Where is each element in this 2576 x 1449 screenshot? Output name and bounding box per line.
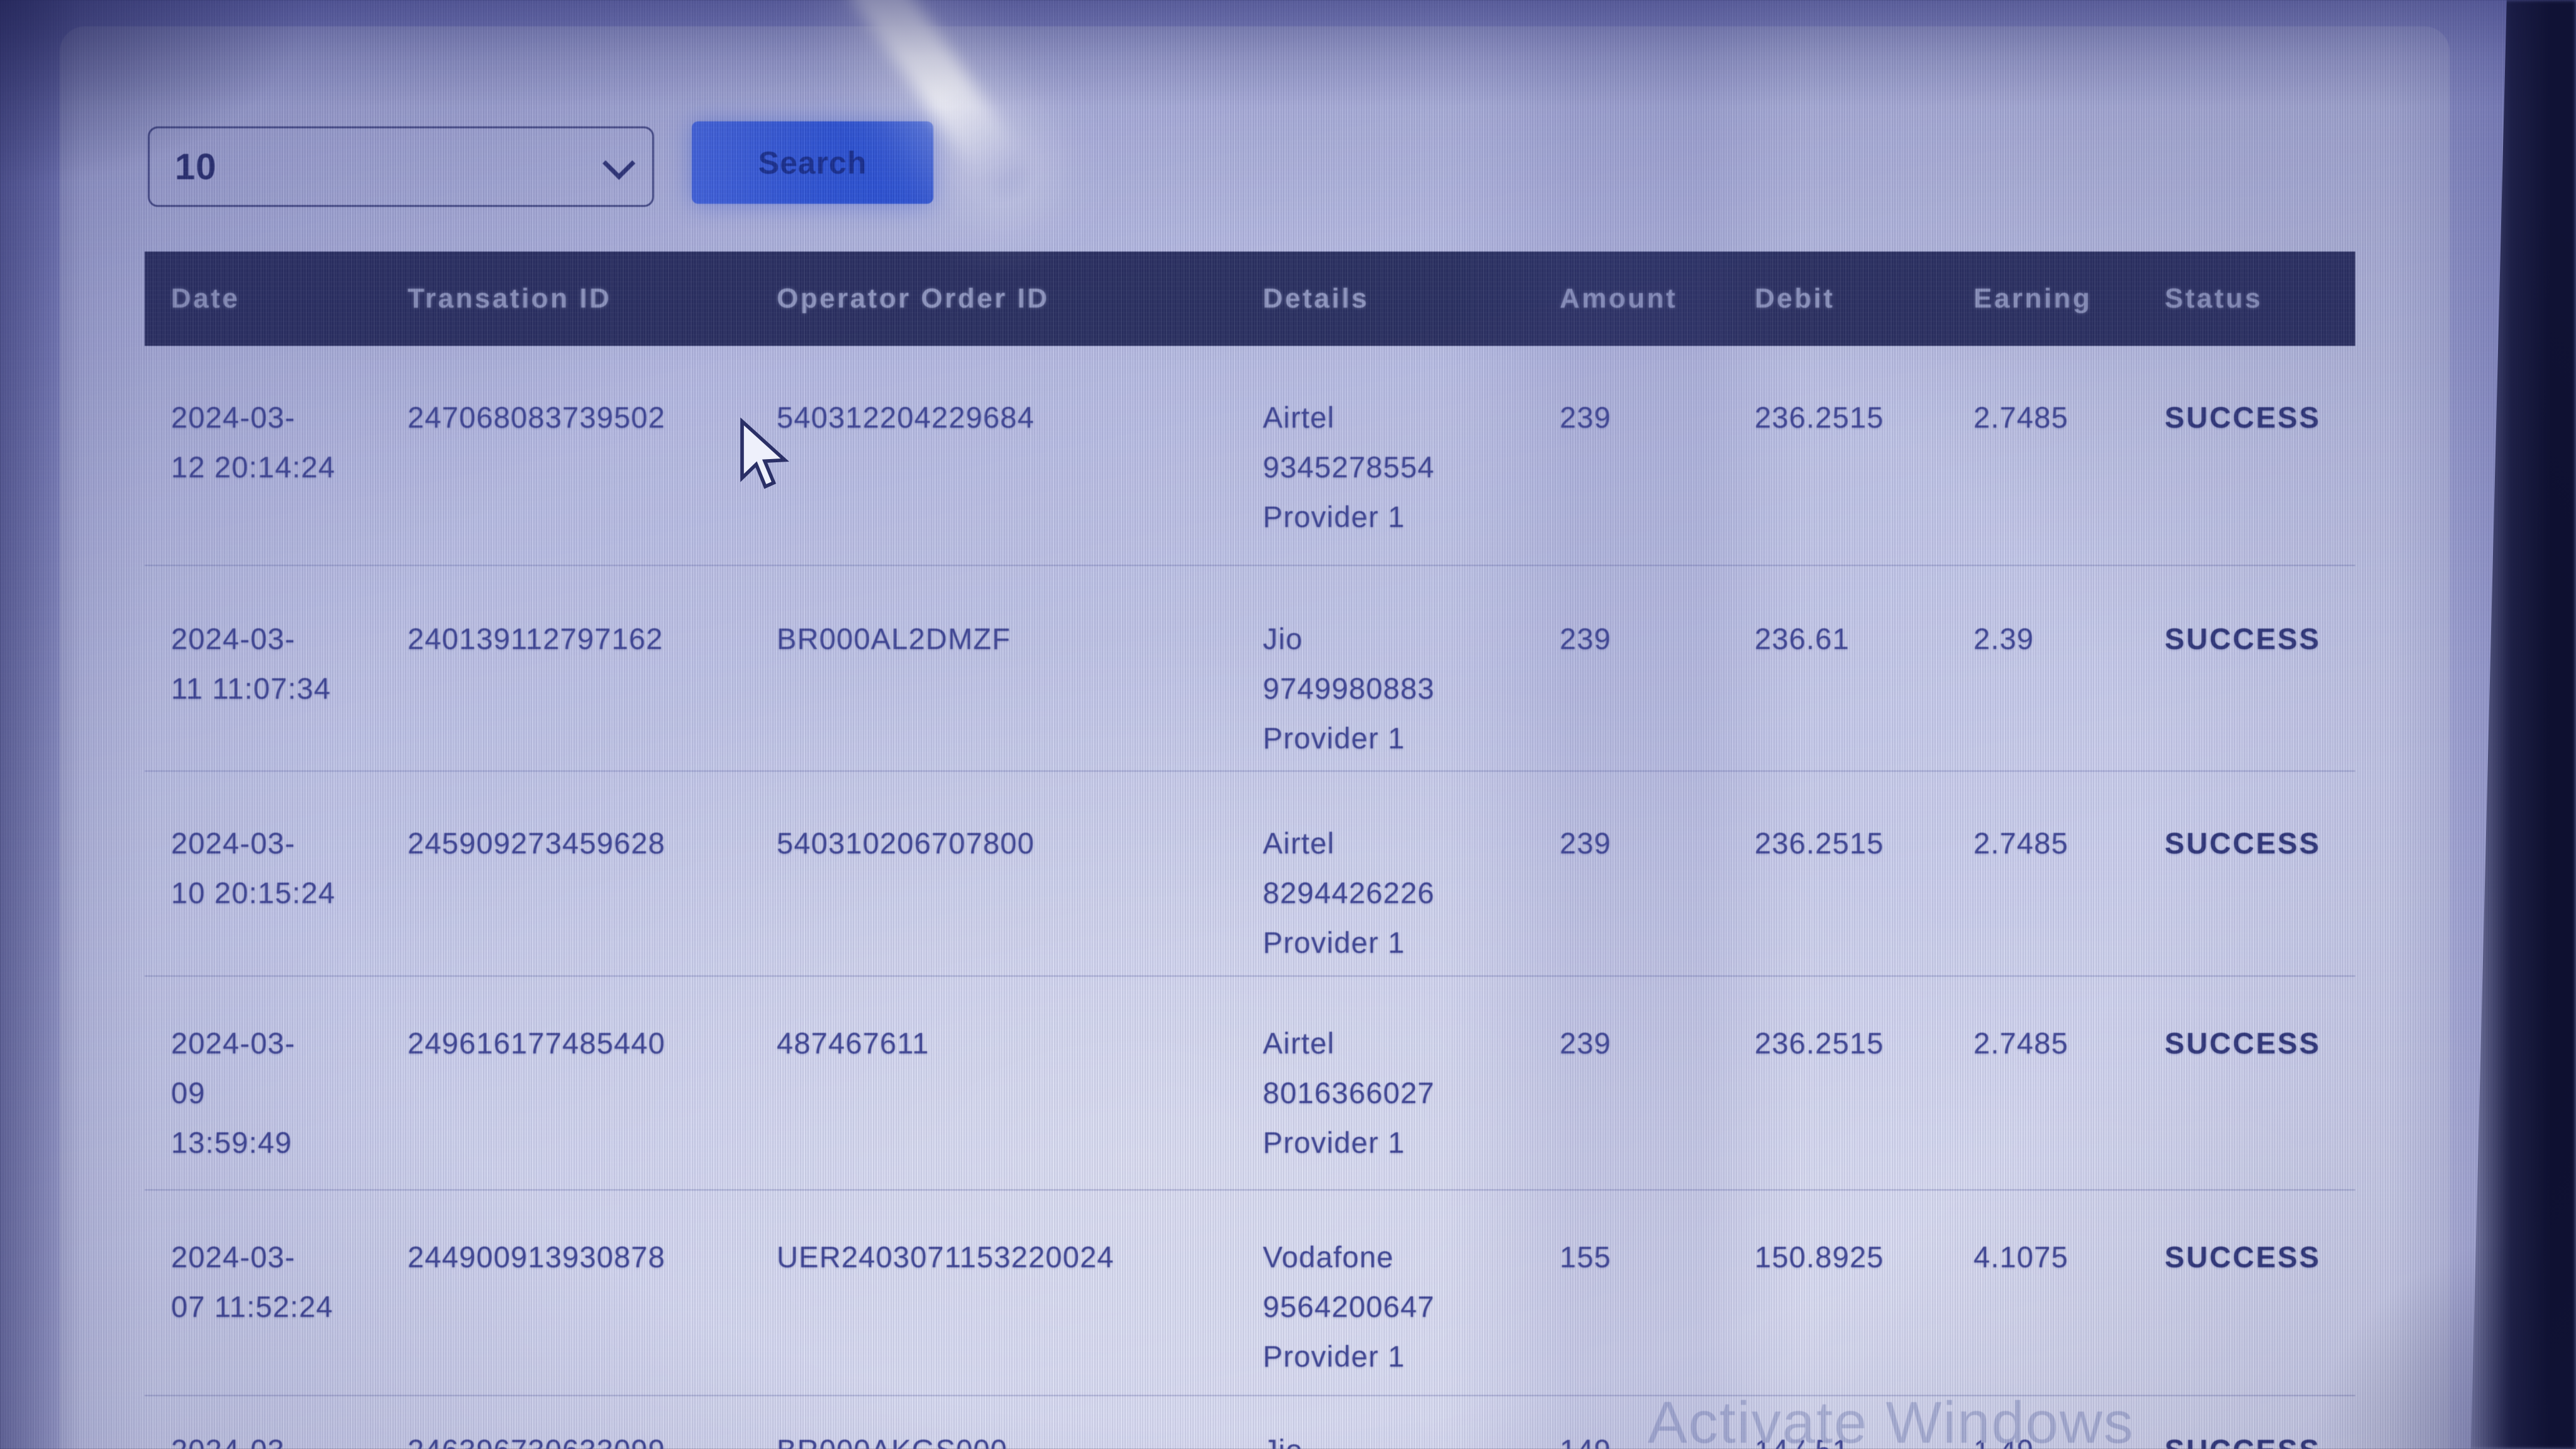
- cell-debit: 236.2515: [1755, 818, 1974, 975]
- table-row: 2024-03-10 20:15:24245909273459628540310…: [145, 772, 2355, 977]
- cell-operator-order-id: BR000AKGS000: [777, 1425, 1263, 1449]
- cell-date: 2024-03-11 11:07:34: [171, 614, 408, 770]
- cell-transaction-id: 245909273459628: [408, 818, 777, 975]
- cell-date: 2024-03-: [171, 1425, 408, 1449]
- cell-details: Vodafone9564200647Provider 1: [1263, 1232, 1560, 1395]
- cell-operator-order-id: 487467611: [777, 1018, 1263, 1189]
- cell-amount: 239: [1560, 392, 1755, 565]
- activate-windows-watermark: Activate Windows: [1648, 1389, 2135, 1449]
- cell-status: SUCCESS: [2165, 1018, 2355, 1189]
- table-header-row: DateTransation IDOperator Order IDDetail…: [145, 252, 2355, 346]
- cell-transaction-id: 240139112797162: [408, 614, 777, 770]
- table-body: 2024-03-12 20:14:24247068083739502540312…: [145, 346, 2355, 1449]
- cell-earning: 4.1075: [1974, 1232, 2165, 1395]
- cell-date: 2024-03-10 20:15:24: [171, 818, 408, 975]
- search-button[interactable]: Search: [692, 121, 933, 204]
- page-size-select[interactable]: 10: [148, 126, 654, 207]
- cell-details: Airtel8294426226Provider 1: [1263, 818, 1560, 975]
- cell-status: SUCCESS: [2165, 392, 2355, 565]
- cell-earning: 2.7485: [1974, 392, 2165, 565]
- cell-operator-order-id: 540310206707800: [777, 818, 1263, 975]
- table-row: 2024-03-0913:59:492496161774854404874676…: [145, 977, 2355, 1191]
- cell-details: Airtel8016366027Provider 1: [1263, 1018, 1560, 1189]
- cell-transaction-id: 246396730633099: [408, 1425, 777, 1449]
- page-background: 10 Search DateTransation IDOperator Orde…: [0, 0, 2576, 1449]
- cell-details: Jio9749980883Provider 1: [1263, 614, 1560, 770]
- cell-transaction-id: 247068083739502: [408, 392, 777, 565]
- cell-operator-order-id: BR000AL2DMZF: [777, 614, 1263, 770]
- cell-earning: 2.39: [1974, 614, 2165, 770]
- cell-debit: 150.8925: [1755, 1232, 1974, 1395]
- table-row: 2024-03-07 11:52:24244900913930878UER240…: [145, 1191, 2355, 1396]
- chevron-down-icon: [602, 147, 635, 179]
- column-header: Date: [171, 283, 408, 314]
- cell-operator-order-id: 540312204229684: [777, 392, 1263, 565]
- cell-status: SUCCESS: [2165, 614, 2355, 770]
- cell-amount: 239: [1560, 614, 1755, 770]
- transactions-table: DateTransation IDOperator Order IDDetail…: [145, 252, 2355, 1449]
- mouse-cursor-icon: [735, 418, 795, 496]
- cell-amount: 239: [1560, 818, 1755, 975]
- cell-details: Jio: [1263, 1425, 1560, 1449]
- page-size-value: 10: [175, 146, 217, 188]
- cell-transaction-id: 249616177485440: [408, 1018, 777, 1189]
- column-header: Debit: [1755, 283, 1974, 314]
- cell-amount: 155: [1560, 1232, 1755, 1395]
- cell-amount: 239: [1560, 1018, 1755, 1189]
- table-row: 2024-03-11 11:07:34240139112797162BR000A…: [145, 566, 2355, 772]
- table-row: 2024-03-12 20:14:24247068083739502540312…: [145, 346, 2355, 566]
- cell-date: 2024-03-0913:59:49: [171, 1018, 408, 1189]
- column-header: Status: [2165, 283, 2355, 314]
- cell-status: SUCCESS: [2165, 1232, 2355, 1395]
- cell-transaction-id: 244900913930878: [408, 1232, 777, 1395]
- column-header: Transation ID: [408, 283, 777, 314]
- cell-debit: 236.2515: [1755, 1018, 1974, 1189]
- photographed-screen: 10 Search DateTransation IDOperator Orde…: [0, 0, 2576, 1449]
- search-button-label: Search: [758, 145, 867, 181]
- cell-earning: 2.7485: [1974, 818, 2165, 975]
- cell-date: 2024-03-07 11:52:24: [171, 1232, 408, 1395]
- cell-operator-order-id: UER2403071153220024: [777, 1232, 1263, 1395]
- column-header: Details: [1263, 283, 1560, 314]
- cell-status: SUCCESS: [2165, 1425, 2355, 1449]
- column-header: Amount: [1560, 283, 1755, 314]
- cell-debit: 236.2515: [1755, 392, 1974, 565]
- cell-earning: 2.7485: [1974, 1018, 2165, 1189]
- cell-date: 2024-03-12 20:14:24: [171, 392, 408, 565]
- cell-details: Airtel9345278554Provider 1: [1263, 392, 1560, 565]
- cell-status: SUCCESS: [2165, 818, 2355, 975]
- column-header: Operator Order ID: [777, 283, 1263, 314]
- column-header: Earning: [1974, 283, 2165, 314]
- cell-debit: 236.61: [1755, 614, 1974, 770]
